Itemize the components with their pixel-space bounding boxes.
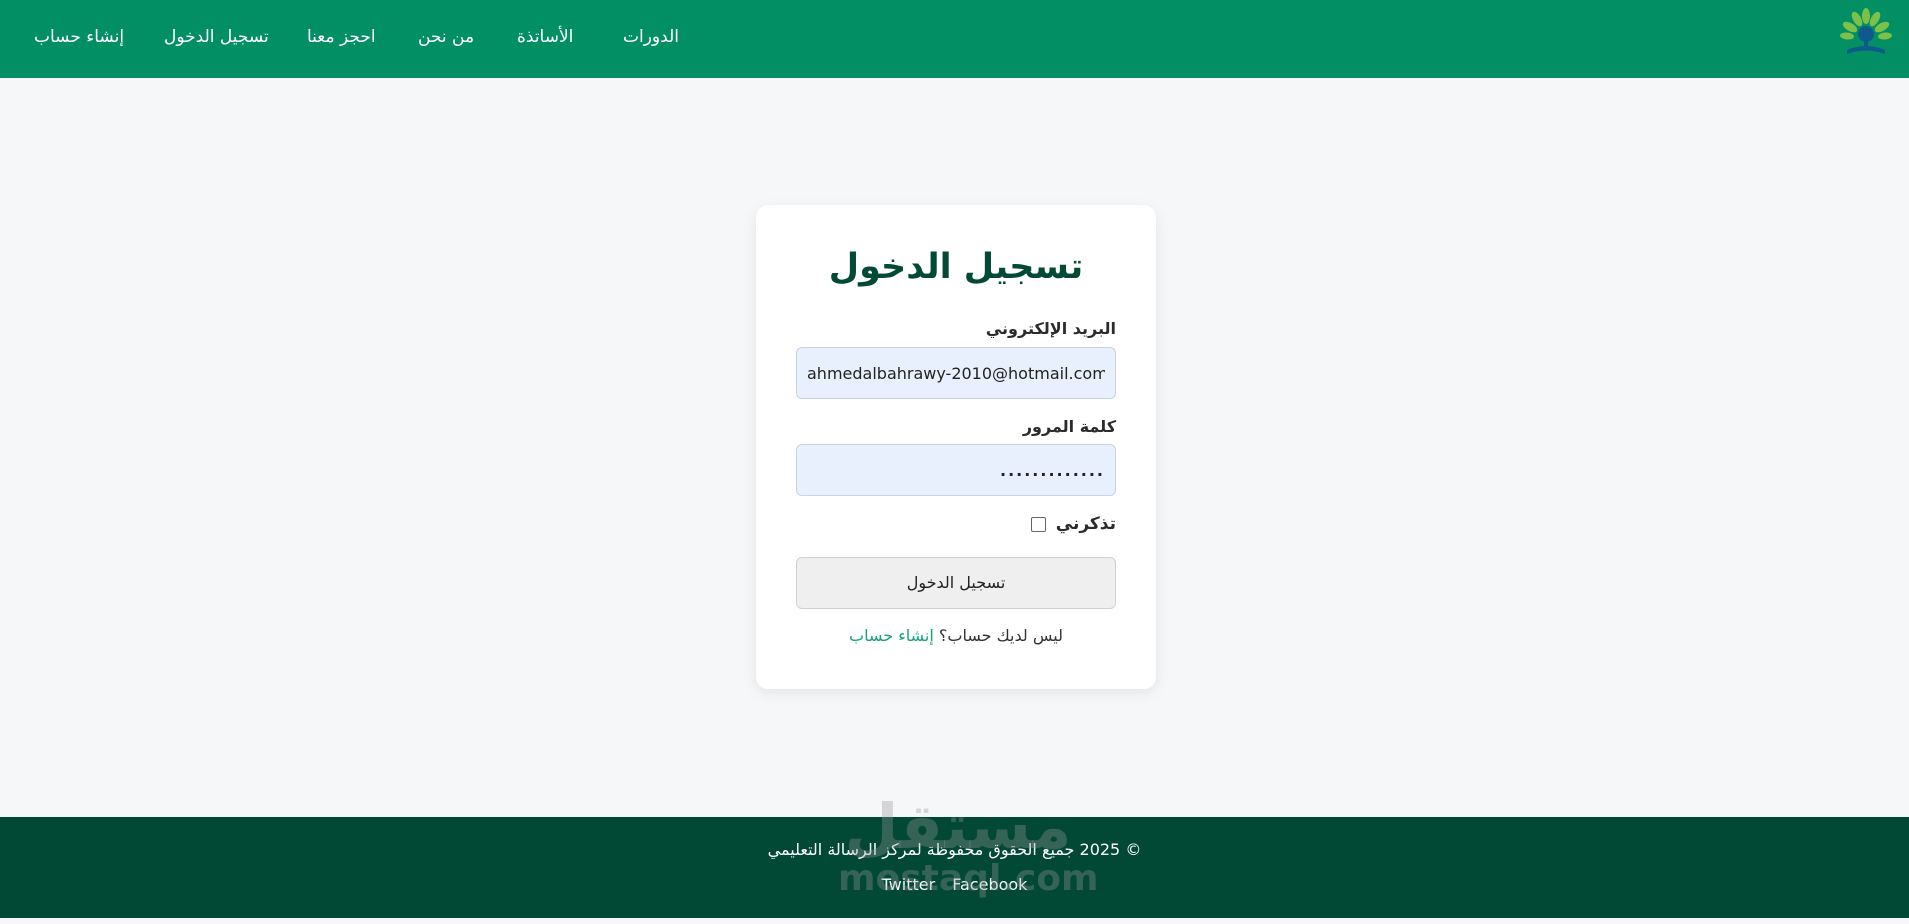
main-nav: الدورات الأساتذة من نحن احجز معنا تسجيل … (0, 0, 720, 78)
signup-prompt: ليس لديك حساب؟ إنشاء حساب (756, 626, 1156, 645)
footer-links: Twitter Facebook (0, 875, 1909, 894)
login-card: تسجيل الدخول البريد الإلكتروني كلمة المر… (756, 205, 1156, 689)
nav-book[interactable]: احجز معنا (307, 27, 376, 47)
email-field[interactable] (796, 347, 1116, 399)
password-label: كلمة المرور (1022, 417, 1116, 436)
login-title: تسجيل الدخول (828, 247, 1084, 287)
twitter-link[interactable]: Twitter (882, 875, 936, 894)
login-button[interactable]: تسجيل الدخول (796, 557, 1116, 609)
nav-teachers[interactable]: الأساتذة (517, 27, 573, 47)
nav-register[interactable]: إنشاء حساب (34, 27, 124, 47)
remember-checkbox[interactable] (1030, 516, 1046, 532)
password-field[interactable] (796, 444, 1116, 496)
nav-courses[interactable]: الدورات (623, 27, 679, 47)
footer-copyright: © 2025 جميع الحقوق محفوظة لمركز الرسالة … (767, 840, 1142, 859)
signup-link[interactable]: إنشاء حساب (849, 626, 934, 645)
nav-about[interactable]: من نحن (418, 27, 474, 47)
nav-login[interactable]: تسجيل الدخول (164, 27, 269, 47)
remember-label: تذكرني (1055, 514, 1116, 534)
remember-me: تذكرني (1030, 513, 1116, 535)
facebook-link[interactable]: Facebook (952, 875, 1027, 894)
top-navbar: الدورات الأساتذة من نحن احجز معنا تسجيل … (0, 0, 1909, 78)
no-account-text: ليس لديك حساب؟ (938, 626, 1063, 645)
email-label: البريد الإلكتروني (985, 319, 1116, 338)
page-footer: © 2025 جميع الحقوق محفوظة لمركز الرسالة … (0, 817, 1909, 918)
tree-logo-icon[interactable] (1837, 6, 1895, 64)
